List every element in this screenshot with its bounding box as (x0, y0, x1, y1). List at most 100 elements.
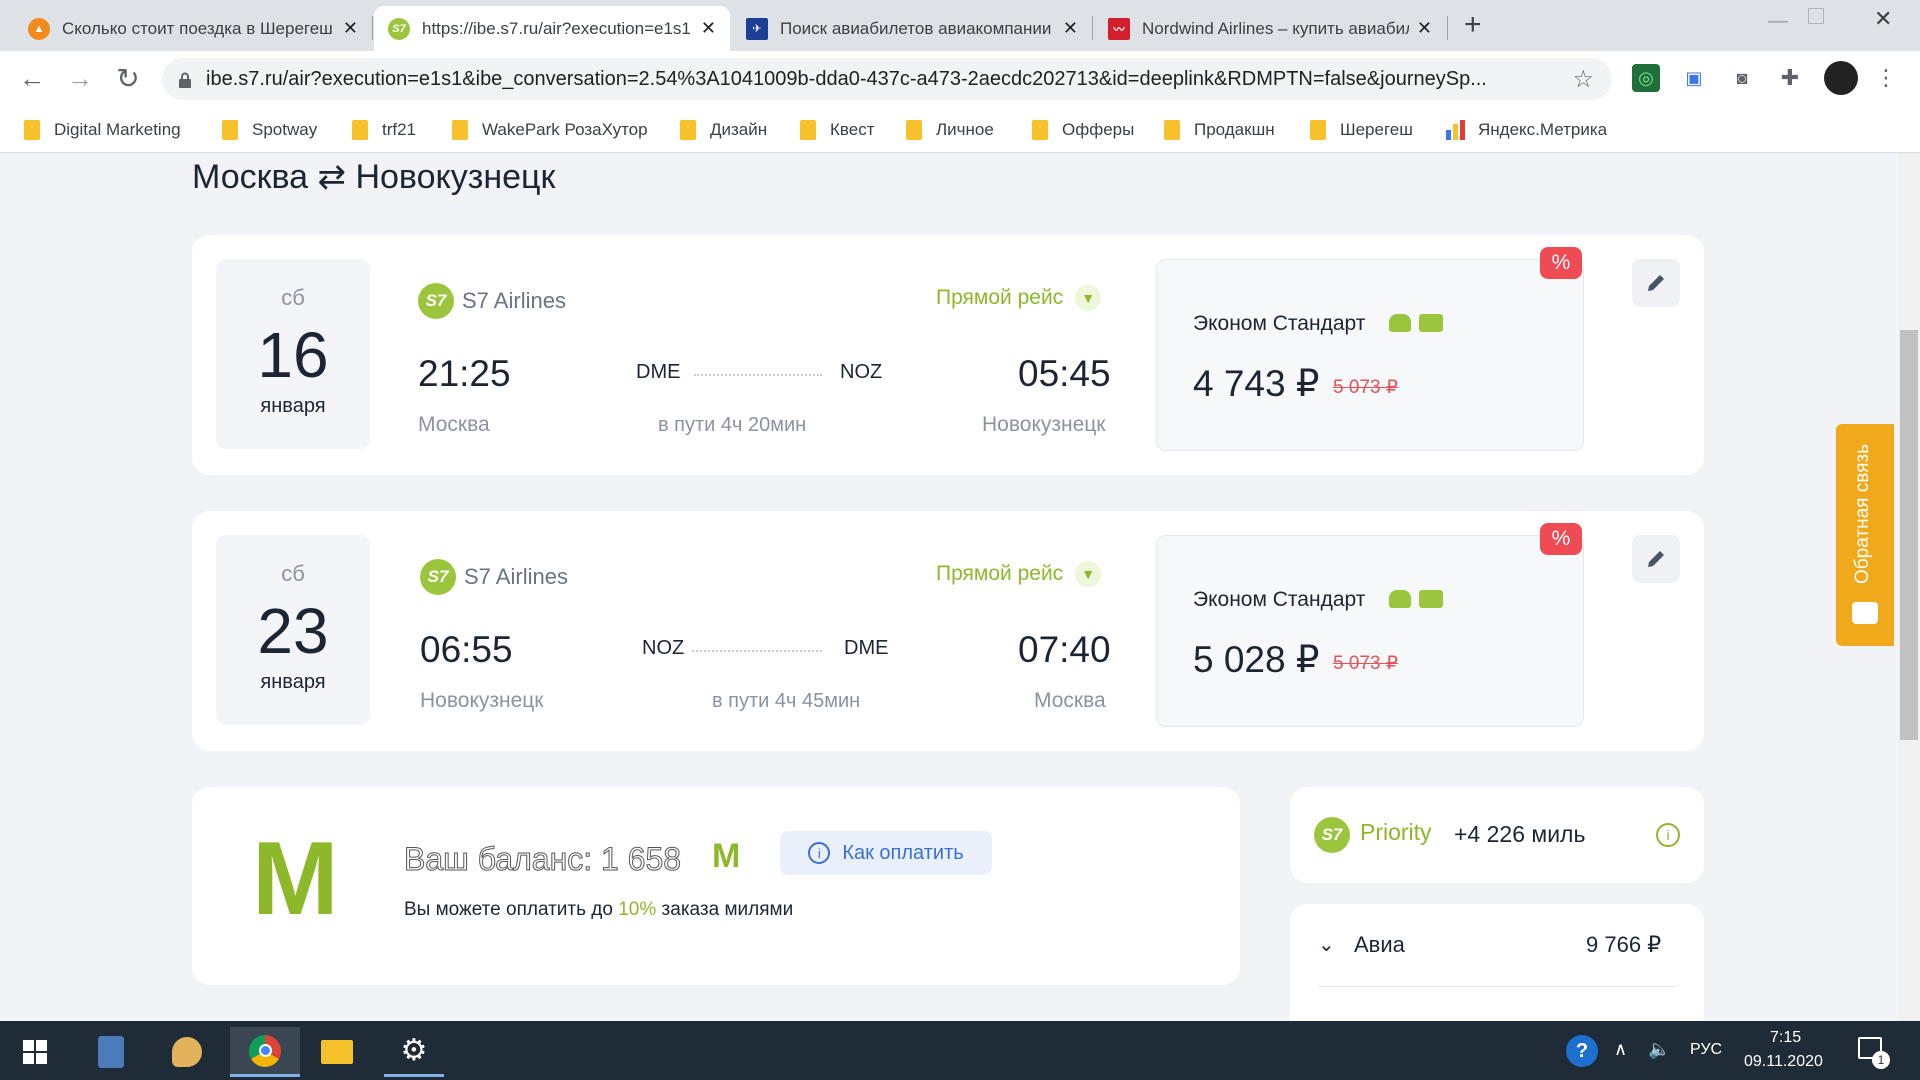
info-icon[interactable]: i (1656, 823, 1680, 847)
bookmark[interactable]: WakePark РозаХутор (452, 114, 648, 146)
blue-plane-icon: ✈ (746, 17, 768, 40)
priority-name: Priority (1360, 819, 1432, 845)
close-icon[interactable]: ✕ (343, 18, 358, 39)
folder-icon (352, 120, 368, 140)
how-to-pay-button[interactable]: i Как оплатить (780, 831, 992, 875)
direct-flight-toggle[interactable]: Прямой рейс ▼ (936, 285, 1102, 311)
flight-card-outbound[interactable]: сб 16 января S7 S7 Airlines Прямой рейс … (192, 235, 1704, 475)
address-bar[interactable]: ibe.s7.ru/air?execution=e1s1&ibe_convers… (162, 58, 1612, 100)
feedback-button[interactable]: Обратная связь (1836, 424, 1894, 646)
bookmark[interactable]: Spotway (222, 114, 317, 146)
menu-icon[interactable]: ⋮ (1872, 64, 1900, 92)
back-icon[interactable]: ← (14, 60, 50, 96)
bookmark[interactable]: Шерегеш (1310, 114, 1413, 146)
departure-airport: NOZ (642, 637, 685, 659)
bookmark[interactable]: Дизайн (680, 114, 767, 146)
clock-time[interactable]: 7:15 (1770, 1029, 1801, 1047)
tab-sheregesh[interactable]: ▲ Сколько стоит поездка в Шерегеш ✕ (14, 6, 372, 51)
taskbar: ⚙ ? ∧ 🔈 РУС 7:15 09.11.2020 1 (0, 1021, 1920, 1080)
flight-duration: в пути 4ч 45мин (712, 690, 861, 712)
tab-avia-search[interactable]: ✈ Поиск авиабилетов авиакомпании ✕ (732, 6, 1092, 51)
close-window-icon[interactable]: ✕ (1874, 6, 1892, 32)
edit-button[interactable] (1632, 259, 1680, 307)
arrival-time: 07:40 (1018, 629, 1111, 670)
priority-miles: +4 226 миль (1454, 821, 1586, 847)
feedback-label: Обратная связь (1852, 444, 1873, 584)
notification-count: 1 (1872, 1051, 1890, 1069)
tab-title: Поиск авиабилетов авиакомпании (780, 18, 1052, 38)
fare-box[interactable]: Эконом Стандарт 5 028 ₽ 5 073 ₽ (1156, 535, 1584, 727)
calculator-icon[interactable] (82, 1027, 140, 1077)
arrival-city: Москва (1034, 689, 1106, 712)
discount-badge: % (1540, 247, 1582, 279)
miles-card: M Ваш баланс: 1 658 M i Как оплатить Вы … (192, 787, 1240, 985)
close-icon[interactable]: ✕ (1417, 18, 1432, 39)
folder-icon (1032, 120, 1048, 140)
bookmark[interactable]: Продакшн (1164, 114, 1275, 146)
s7-icon: S7 (388, 17, 410, 40)
avatar[interactable] (1824, 61, 1858, 95)
tab-title: Nordwind Airlines – купить авиабилеты (1142, 18, 1409, 38)
summary-label: Авиа (1354, 932, 1405, 957)
chevron-up-icon[interactable]: ∧ (1614, 1039, 1627, 1060)
camera-icon[interactable]: ◙ (1728, 64, 1756, 92)
old-price: 5 073 ₽ (1333, 653, 1398, 674)
forward-icon[interactable]: → (62, 60, 98, 96)
miles-note: Вы можете оплатить до 10% заказа милями (404, 899, 794, 920)
flight-duration: в пути 4ч 20мин (658, 414, 807, 436)
bookmark[interactable]: Личное (906, 114, 994, 146)
tab-nordwind[interactable]: 〰 Nordwind Airlines – купить авиабилеты … (1094, 6, 1446, 51)
extension-icon[interactable]: ◎ (1632, 64, 1660, 92)
puzzle-icon[interactable]: ✚ (1776, 64, 1804, 92)
fare-name: Эконом Стандарт (1193, 588, 1366, 611)
folder-icon (906, 120, 922, 140)
pencil-icon (1648, 551, 1664, 567)
bookmark[interactable]: Квест (800, 114, 874, 146)
pencil-icon (1648, 275, 1664, 291)
orange-circle-icon: ▲ (28, 17, 50, 40)
restore-icon[interactable] (1808, 8, 1824, 24)
file-explorer-icon[interactable] (308, 1027, 366, 1077)
fare-box[interactable]: Эконом Стандарт 4 743 ₽ 5 073 ₽ (1156, 259, 1584, 451)
route-line (692, 650, 822, 652)
chevron-down-icon[interactable]: ⌄ (1318, 932, 1335, 957)
chevron-down-icon: ▼ (1075, 285, 1102, 311)
windows-start-icon[interactable] (6, 1027, 64, 1077)
close-icon[interactable]: ✕ (1063, 18, 1078, 39)
bookmarks-bar: Digital Marketing Spotway trf21 WakePark… (0, 106, 1920, 153)
lock-icon (178, 71, 192, 88)
fare-price: 4 743 ₽ (1193, 363, 1320, 404)
miles-currency: M (712, 837, 741, 875)
settings-gear-icon[interactable]: ⚙ (384, 1027, 444, 1077)
speaker-icon[interactable]: 🔈 (1648, 1039, 1670, 1060)
translate-icon[interactable]: ▣ (1680, 64, 1708, 92)
arrival-airport: DME (844, 637, 889, 659)
tab-strip: ▲ Сколько стоит поездка в Шерегеш ✕ S7 h… (0, 0, 1920, 51)
reload-icon[interactable]: ↻ (110, 60, 146, 96)
flight-card-return[interactable]: сб 23 января S7 S7 Airlines Прямой рейс … (192, 511, 1704, 751)
language-indicator[interactable]: РУС (1690, 1041, 1722, 1059)
edit-button[interactable] (1632, 535, 1680, 583)
chrome-icon[interactable] (230, 1027, 300, 1077)
bookmark[interactable]: Яндекс.Метрика (1446, 114, 1607, 146)
clock-date[interactable]: 09.11.2020 (1744, 1053, 1823, 1071)
minimize-icon[interactable]: — (1768, 10, 1788, 33)
help-icon[interactable]: ? (1566, 1035, 1598, 1067)
new-tab-button[interactable]: + (1464, 8, 1482, 42)
direct-flight-toggle[interactable]: Прямой рейс ▼ (936, 561, 1102, 587)
airline: S7 S7 Airlines (418, 283, 566, 319)
bookmark[interactable]: trf21 (352, 114, 416, 146)
star-icon[interactable]: ☆ (1572, 65, 1594, 94)
arrival-city: Новокузнецк (982, 413, 1106, 436)
close-icon[interactable]: ✕ (701, 18, 716, 39)
bookmark[interactable]: Digital Marketing (24, 114, 181, 146)
divider (1318, 986, 1676, 987)
paint-icon[interactable] (158, 1027, 216, 1077)
tab-s7[interactable]: S7 https://ibe.s7.ru/air?execution=e1s1 … (374, 6, 730, 51)
chevron-down-icon: ▼ (1075, 561, 1102, 587)
bookmark[interactable]: Офферы (1032, 114, 1134, 146)
scrollbar-thumb[interactable] (1900, 330, 1918, 740)
yandex-metrika-icon (1446, 120, 1466, 140)
s7-logo-icon: S7 (420, 559, 456, 595)
miles-balance: Ваш баланс: 1 658 (403, 841, 682, 878)
